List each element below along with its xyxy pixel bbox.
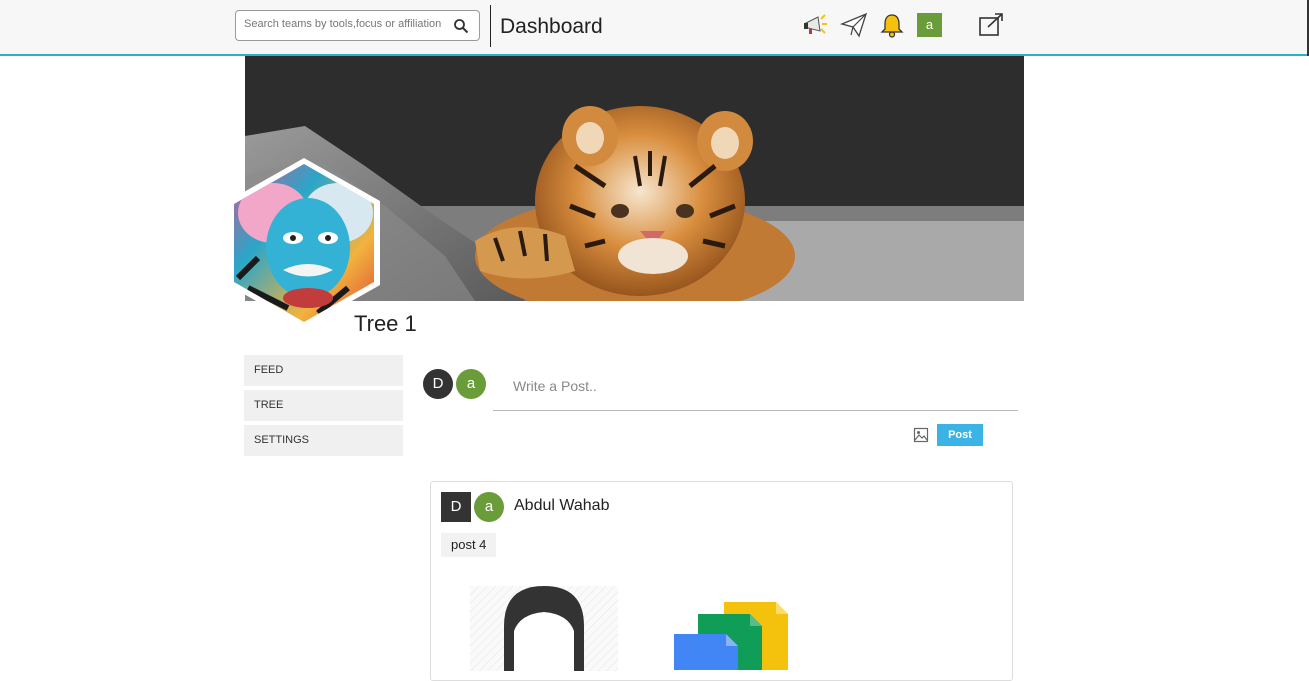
bell-icon[interactable] xyxy=(878,11,906,39)
page-title: Dashboard xyxy=(500,15,603,38)
team-name: Tree 1 xyxy=(354,311,417,336)
post-author[interactable]: Abdul Wahab xyxy=(514,497,609,515)
composer-avatar-d: D xyxy=(423,369,453,399)
post-avatar-d: D xyxy=(441,492,471,522)
post-composer[interactable] xyxy=(493,370,1018,411)
post-button[interactable]: Post xyxy=(937,424,983,446)
post-text: post 4 xyxy=(441,533,497,557)
person-silhouette-image[interactable] xyxy=(470,586,618,671)
google-docs-files-icon[interactable] xyxy=(672,600,790,670)
menu-item-tree[interactable]: TREE xyxy=(244,390,403,421)
menu-item-feed[interactable]: FEED xyxy=(244,355,403,386)
search-icon[interactable] xyxy=(453,18,469,34)
search-input[interactable] xyxy=(244,18,449,30)
top-bar: Dashboard a xyxy=(0,0,1309,56)
composer-avatar-a: a xyxy=(456,369,486,399)
write-post-input[interactable] xyxy=(513,378,993,394)
team-logo-hexagon xyxy=(228,158,380,328)
user-avatar[interactable]: a xyxy=(917,13,942,37)
search-box[interactable] xyxy=(235,10,480,41)
post-avatar-a: a xyxy=(474,492,504,522)
image-upload-icon[interactable] xyxy=(913,427,929,443)
paper-plane-icon[interactable] xyxy=(840,11,868,39)
external-link-icon[interactable] xyxy=(977,11,1005,39)
megaphone-icon[interactable] xyxy=(801,11,829,39)
header-divider xyxy=(490,5,491,47)
menu-item-settings[interactable]: SETTINGS xyxy=(244,425,403,456)
